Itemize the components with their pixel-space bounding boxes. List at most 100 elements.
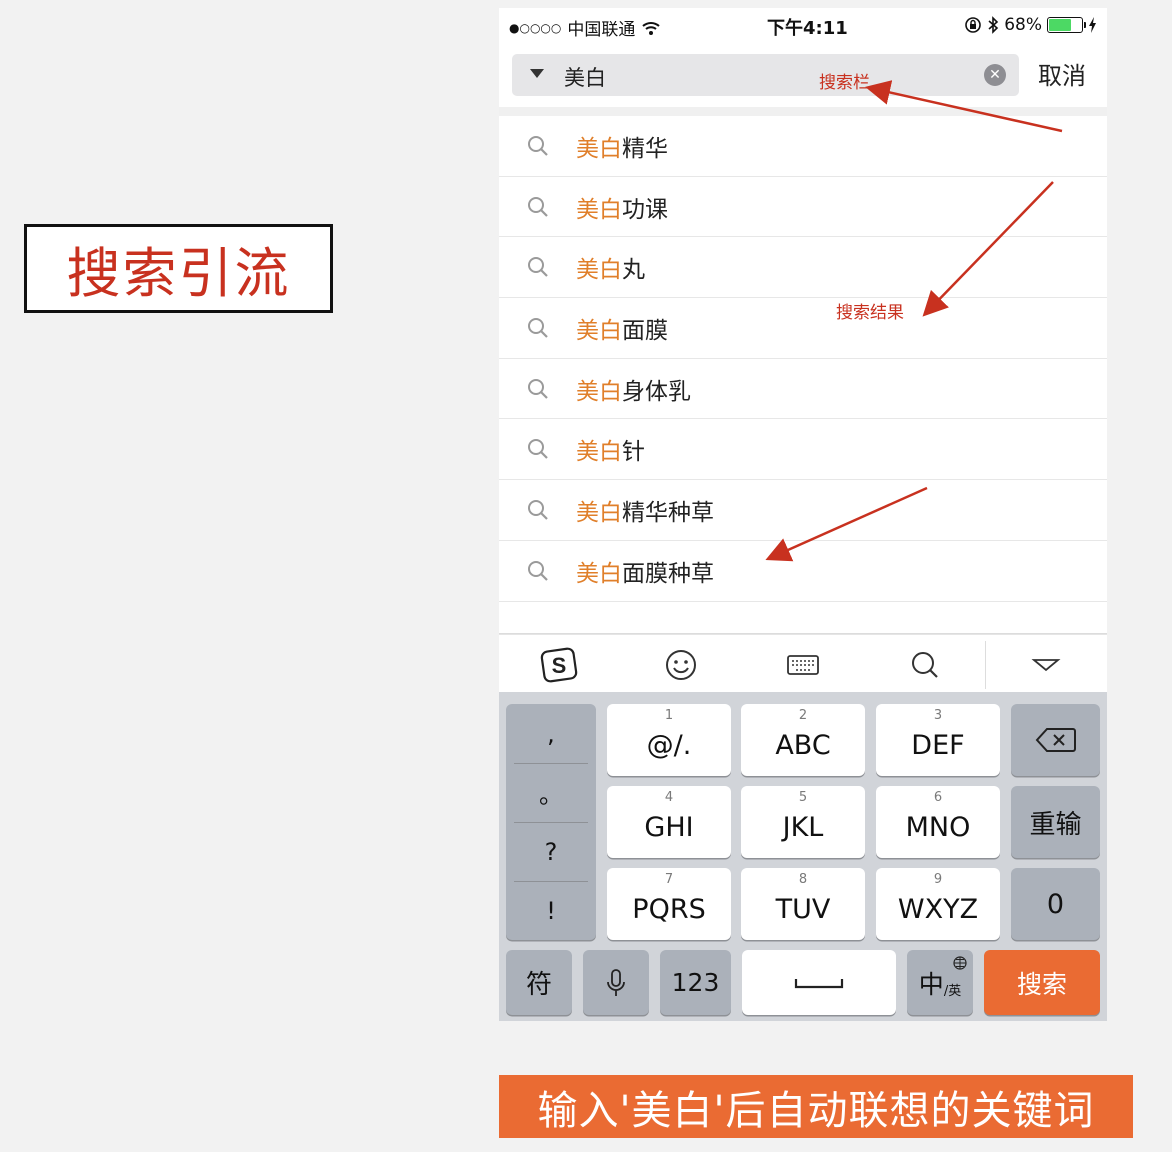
key-label: GHI [644,811,694,843]
punctuation-key[interactable]: 。 [506,763,596,822]
suggestion-highlight: 美白 [576,196,622,223]
key-symbols[interactable]: 1 @/. [607,704,731,776]
search-icon[interactable] [905,645,945,685]
keyboard: ,。?! 重输 0 符 123 中 /英 搜索 1 @/. 2 ABC 3 DE… [499,692,1107,1021]
key-abc[interactable]: 2 ABC [741,704,865,776]
symbols-key[interactable]: 符 [506,950,572,1015]
toolbar-divider [985,641,986,689]
clear-icon[interactable]: ✕ [984,64,1006,86]
key-label: JKL [782,811,824,843]
zero-key[interactable]: 0 [1011,868,1100,940]
key-number: 8 [798,872,808,887]
battery-percent: 68% [1004,15,1042,35]
list-item[interactable]: 美白面膜 [499,298,1107,359]
annotation-search-bar: 搜索栏 [819,73,870,93]
punctuation-key[interactable]: , [506,704,596,763]
title-box: 搜索引流 [24,224,333,313]
space-key[interactable] [742,950,896,1015]
list-item[interactable]: 美白丸 [499,237,1107,299]
keyboard-toolbar: S [499,634,1107,692]
divider [499,107,1107,116]
clock: 下午4:11 [767,18,848,39]
key-jkl[interactable]: 5 JKL [741,786,865,858]
key-tuv[interactable]: 8 TUV [741,868,865,940]
punctuation-key[interactable]: ? [506,822,596,881]
search-icon [528,257,548,278]
suggestion-highlight: 美白 [576,136,622,162]
suggestion-rest: 身体乳 [622,378,691,405]
suggestion-highlight: 美白 [576,318,622,345]
charging-icon [1089,17,1096,33]
suggestion-text: 美白身体乳 [576,372,691,406]
status-bar: ●○○○○ 中国联通 下午4:11 68% [499,8,1107,44]
key-wxyz[interactable]: 9 WXYZ [876,868,1000,940]
number-switch-key[interactable]: 123 [660,950,731,1015]
wifi-icon [642,21,661,35]
dropdown-arrow-icon[interactable] [530,69,544,78]
punctuation-key[interactable]: ! [506,881,596,940]
signal-icon: ●○○○○ [509,20,562,35]
collapse-keyboard-icon[interactable] [1026,645,1066,685]
suggestion-text: 美白面膜 [576,311,668,345]
search-icon [528,560,548,581]
list-item[interactable]: 美白针 [499,419,1107,481]
list-footer [499,602,1107,634]
key-pqrs[interactable]: 7 PQRS [607,868,731,940]
backspace-key[interactable] [1011,704,1100,776]
voice-key[interactable] [583,950,649,1015]
key-def[interactable]: 3 DEF [876,704,1000,776]
battery-icon [1047,17,1086,33]
suggestion-highlight: 美白 [576,257,622,284]
suggestion-text: 美白针 [576,432,645,466]
key-number: 7 [664,872,674,887]
list-item[interactable]: 美白身体乳 [499,359,1107,420]
suggestion-rest: 丸 [622,257,645,284]
suggestion-highlight: 美白 [576,500,622,527]
search-input[interactable]: 美白 搜索栏 ✕ [512,54,1019,96]
backspace-icon [1035,728,1076,752]
search-icon [528,439,548,460]
key-label: TUV [775,893,831,925]
cancel-button[interactable]: 取消 [1038,56,1086,91]
key-label: DEF [911,729,965,761]
key-number: 3 [933,708,943,723]
space-icon [794,978,844,988]
search-value[interactable]: 美白 [564,62,606,92]
phone-screen: ●○○○○ 中国联通 下午4:11 68% 美白 搜索栏 ✕ 取消 美白精华 美… [499,8,1107,1021]
language-switch-key[interactable]: 中 /英 [907,950,973,1015]
svg-text:S: S [552,653,567,678]
search-icon [528,196,548,217]
search-icon [528,136,548,156]
list-item[interactable]: 美白面膜种草 [499,541,1107,602]
search-icon [528,318,548,338]
caption-text: 输入'美白'后自动联想的关键词 [537,1087,1095,1134]
key-ghi[interactable]: 4 GHI [607,786,731,858]
key-number: 6 [933,790,943,805]
suggestion-rest: 针 [622,439,645,466]
suggestion-text: 美白面膜种草 [576,554,714,588]
search-key[interactable]: 搜索 [984,950,1100,1015]
caption-banner: 输入'美白'后自动联想的关键词 [499,1075,1133,1138]
sogou-logo-icon[interactable]: S [539,645,579,685]
suggestion-list: 美白精华 美白功课 美白丸 美白面膜 美白身体乳 美白针 美白精华种草 美白面膜种草 [499,116,1107,602]
suggestion-rest: 精华 [622,136,668,162]
suggestion-highlight: 美白 [576,560,622,587]
suggestion-text: 美白功课 [576,190,668,224]
key-label: PQRS [632,893,706,925]
emoji-icon[interactable] [661,645,701,685]
search-row: 美白 搜索栏 ✕ 取消 [499,48,1107,104]
suggestion-text: 美白丸 [576,250,645,284]
list-item[interactable]: 美白精华 [499,116,1107,177]
list-item[interactable]: 美白功课 [499,177,1107,238]
retype-key[interactable]: 重输 [1011,786,1100,858]
keyboard-icon[interactable] [783,645,823,685]
orientation-lock-icon [965,17,982,33]
list-item[interactable]: 美白精华种草 [499,480,1107,541]
carrier: 中国联通 [567,20,636,40]
title-text: 搜索引流 [66,242,291,305]
suggestion-rest: 精华种草 [622,500,714,527]
key-mno[interactable]: 6 MNO [876,786,1000,858]
key-number: 5 [798,790,808,805]
suggestion-rest: 面膜种草 [622,560,714,587]
key-label: WXYZ [897,893,979,925]
